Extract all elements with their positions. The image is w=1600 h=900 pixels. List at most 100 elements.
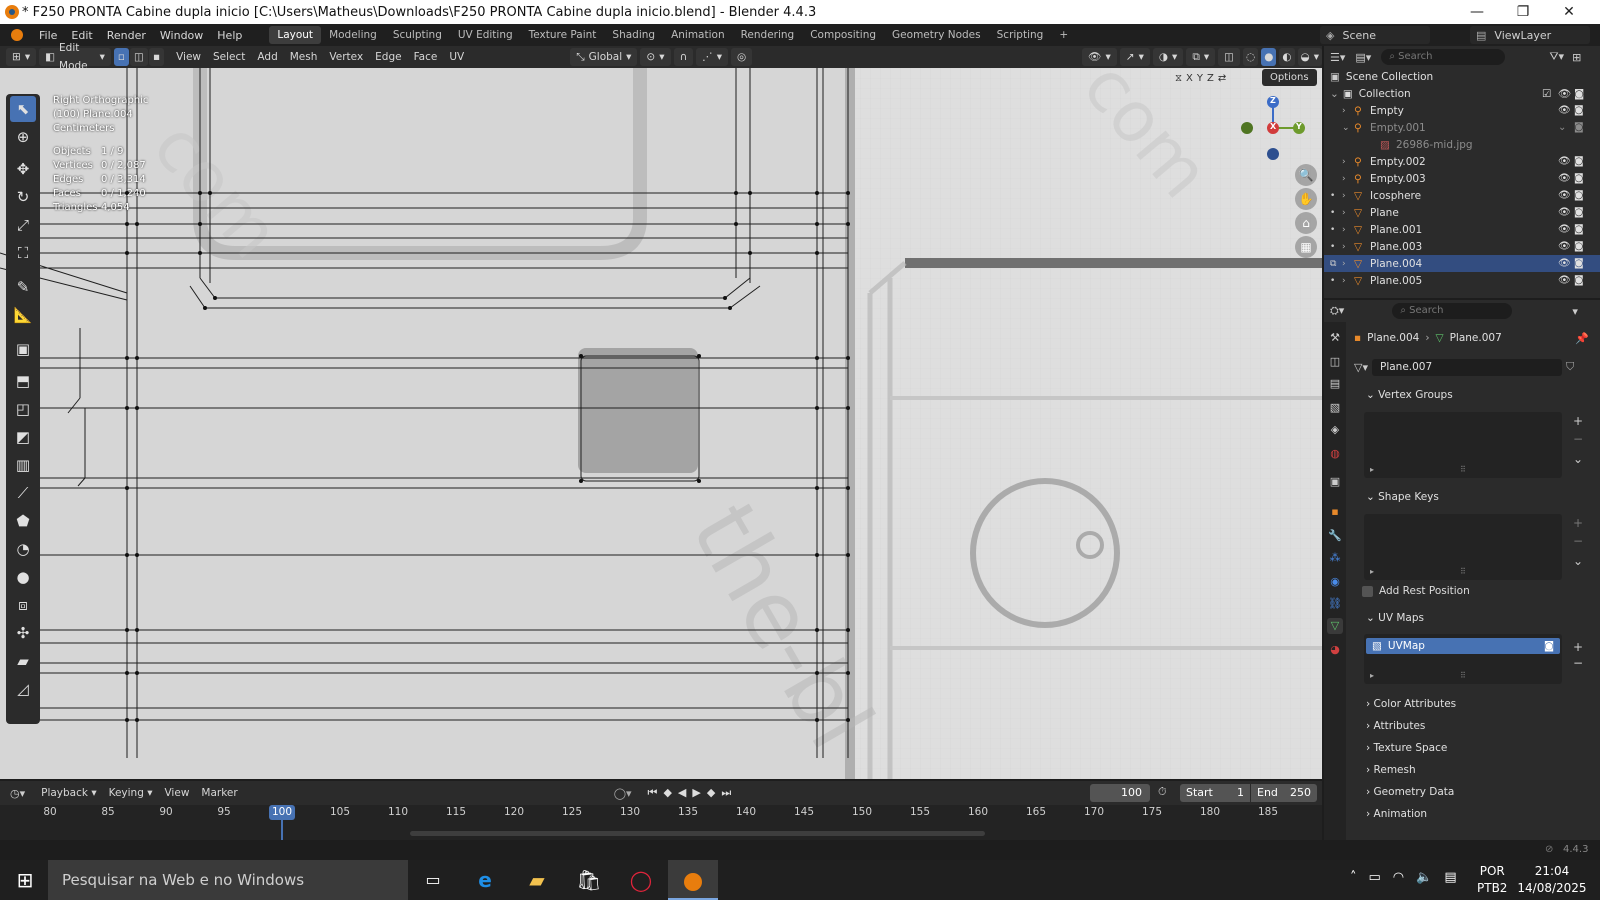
tab-geometry-nodes[interactable]: Geometry Nodes <box>884 26 989 44</box>
properties-search-input[interactable]: ⌕ Search <box>1392 303 1513 319</box>
list-resize-handle[interactable]: ⠿ <box>1460 567 1466 576</box>
menu-view[interactable]: View <box>170 51 207 63</box>
scene-collection-row[interactable]: ▣ Scene Collection <box>1324 68 1600 85</box>
material-shading-button[interactable]: ◐ <box>1279 48 1295 66</box>
menu-render[interactable]: Render <box>100 29 153 42</box>
outliner-item[interactable]: › ▽ Plane.001 👁 ◙ • <box>1324 221 1600 238</box>
output-tab-icon[interactable]: ▤ <box>1327 376 1343 392</box>
edit-mode-dot-icon[interactable]: • <box>1330 276 1335 286</box>
list-expand-icon[interactable]: ▸ <box>1370 567 1374 576</box>
ortho-grid-icon[interactable]: ▦ <box>1295 236 1317 258</box>
play-reverse-icon[interactable]: ◀ <box>678 786 692 799</box>
uv-maps-list[interactable]: ▧ UVMap ◙ ▸ ⠿ <box>1364 634 1562 684</box>
overlays-toggle[interactable]: ◑ ▾ <box>1152 48 1184 66</box>
menu-add[interactable]: Add <box>251 51 283 63</box>
tab-scripting[interactable]: Scripting <box>989 26 1052 44</box>
timeline-editor-icon[interactable]: ◷▾ <box>10 787 25 800</box>
scene-selector[interactable]: ◈ Scene <box>1320 26 1430 44</box>
expand-arrow-icon[interactable]: › <box>1342 208 1346 218</box>
add-cube-tool-icon[interactable]: ▣ <box>10 336 36 362</box>
scene-tab-icon[interactable]: ◈ <box>1327 422 1343 438</box>
snap-toggle[interactable]: ∩ <box>673 48 694 66</box>
camera-icon[interactable]: ◙ <box>1574 173 1584 184</box>
checkbox-box[interactable] <box>1362 585 1373 597</box>
camera-view-icon[interactable]: ⌂ <box>1295 212 1317 234</box>
file-explorer-icon[interactable]: ▰ <box>512 860 562 900</box>
current-frame-field[interactable]: 100 <box>1090 784 1150 802</box>
outliner-item[interactable]: › ▽ Plane.004 👁 ◙ ⧉ <box>1324 255 1600 272</box>
collapsed-panel-header[interactable]: › Color Attributes <box>1366 698 1456 710</box>
auto-keying-icon[interactable]: ◯▾ <box>614 787 632 800</box>
edit-mode-dot-icon[interactable]: • <box>1330 225 1335 235</box>
camera-icon[interactable]: ◙ <box>1574 190 1584 201</box>
mode-dropdown[interactable]: ◧ Edit Mode ▾ <box>39 42 111 72</box>
start-frame-field[interactable]: Start 1 <box>1180 784 1250 802</box>
axis-z-button[interactable]: Z <box>1207 73 1214 84</box>
eye-icon[interactable]: 👁 <box>1558 275 1571 286</box>
expand-arrow-icon[interactable]: › <box>1342 174 1346 184</box>
outliner-item[interactable]: › ▽ Plane.005 👁 ◙ • <box>1324 272 1600 289</box>
shape-keys-list[interactable]: ▸ ⠿ <box>1364 514 1562 580</box>
add-uv-map-button[interactable]: + <box>1570 640 1586 654</box>
zoom-icon[interactable]: 🔍 <box>1295 164 1317 186</box>
vertex-groups-list[interactable]: ▸ ⠿ <box>1364 412 1562 478</box>
display-mode-icon[interactable]: ▤▾ <box>1355 51 1371 64</box>
remove-shape-key-button[interactable]: − <box>1570 534 1586 548</box>
select-tool-icon[interactable]: ⬉ <box>10 96 36 122</box>
active-render-camera-icon[interactable]: ◙ <box>1544 640 1554 652</box>
collapsed-panel-header[interactable]: › Geometry Data <box>1366 786 1454 798</box>
restore-button[interactable]: ❐ <box>1500 0 1546 24</box>
list-resize-handle[interactable]: ⠿ <box>1460 671 1466 680</box>
expand-arrow-icon[interactable]: › <box>1342 191 1346 201</box>
menu-marker[interactable]: Marker <box>195 787 243 799</box>
face-select-button[interactable]: ▪ <box>148 48 165 66</box>
tab-sculpting[interactable]: Sculpting <box>385 26 450 44</box>
tab-animation[interactable]: Animation <box>663 26 733 44</box>
play-icon[interactable]: ▶ <box>692 786 706 799</box>
timeline-area[interactable] <box>0 805 1322 840</box>
expand-arrow-icon[interactable]: › <box>1342 157 1346 167</box>
shrink-fatten-tool-icon[interactable]: ✣ <box>10 620 36 646</box>
add-workspace-button[interactable]: + <box>1051 26 1076 44</box>
eye-icon[interactable]: ⌄ <box>1558 122 1566 133</box>
inset-tool-icon[interactable]: ◰ <box>10 396 36 422</box>
tab-modeling[interactable]: Modeling <box>321 26 385 44</box>
view-layer-selector[interactable]: ▤ ViewLayer <box>1470 26 1590 44</box>
mesh-name-field[interactable]: Plane.007 <box>1371 358 1562 376</box>
particles-tab-icon[interactable]: ⁂ <box>1327 550 1343 566</box>
axis-x-button[interactable]: X <box>1186 73 1193 84</box>
jump-start-icon[interactable]: ⏮ <box>648 786 664 799</box>
tab-uv-editing[interactable]: UV Editing <box>450 26 521 44</box>
checkbox-icon[interactable]: ☑ <box>1542 88 1551 100</box>
rotate-tool-icon[interactable]: ↻ <box>10 184 36 210</box>
loop-cut-tool-icon[interactable]: ▥ <box>10 452 36 478</box>
eye-icon[interactable]: 👁 <box>1558 87 1571 100</box>
transform-tool-icon[interactable]: ⛶ <box>10 240 36 266</box>
knife-tool-icon[interactable]: ⟋ <box>10 480 36 506</box>
cursor-tool-icon[interactable]: ⊕ <box>10 124 36 150</box>
battery-icon[interactable]: ▭ <box>1369 870 1381 885</box>
outliner-item[interactable]: ▨ 26986-mid.jpg <box>1324 136 1600 153</box>
solid-shading-button[interactable]: ● <box>1261 48 1277 66</box>
collapsed-panel-header[interactable]: › Attributes <box>1366 720 1425 732</box>
menu-face[interactable]: Face <box>408 51 444 63</box>
outliner-item[interactable]: › ⚲ Empty.003 👁 ◙ <box>1324 170 1600 187</box>
menu-window[interactable]: Window <box>153 29 210 42</box>
annotate-tool-icon[interactable]: ✎ <box>10 274 36 300</box>
outliner-editor-icon[interactable]: ☰▾ <box>1330 51 1345 64</box>
mesh-datablock-selector[interactable]: ▽▾ Plane.007 ⛉ <box>1354 358 1584 376</box>
volume-icon[interactable]: 🔈 <box>1416 870 1432 885</box>
next-keyframe-icon[interactable]: ◆ <box>707 786 721 799</box>
collapsed-panel-header[interactable]: › Animation <box>1366 808 1427 820</box>
wireframe-shading-button[interactable]: ◌ <box>1243 48 1259 66</box>
menu-uv[interactable]: UV <box>443 51 470 63</box>
taskbar-search-input[interactable]: Pesquisar na Web e no Windows <box>48 860 408 900</box>
vertex-groups-panel-header[interactable]: ⌄ Vertex Groups <box>1366 389 1453 401</box>
uv-maps-panel-header[interactable]: ⌄ UV Maps <box>1366 612 1424 624</box>
camera-icon[interactable]: ◙ <box>1574 122 1584 133</box>
menu-playback[interactable]: Playback ▾ <box>35 787 102 799</box>
outliner-item[interactable]: › ▽ Plane 👁 ◙ • <box>1324 204 1600 221</box>
rip-region-tool-icon[interactable]: ◿ <box>10 676 36 702</box>
snap-target-dropdown[interactable]: ⋰ ▾ <box>696 48 728 66</box>
menu-timeline-view[interactable]: View <box>158 787 195 799</box>
